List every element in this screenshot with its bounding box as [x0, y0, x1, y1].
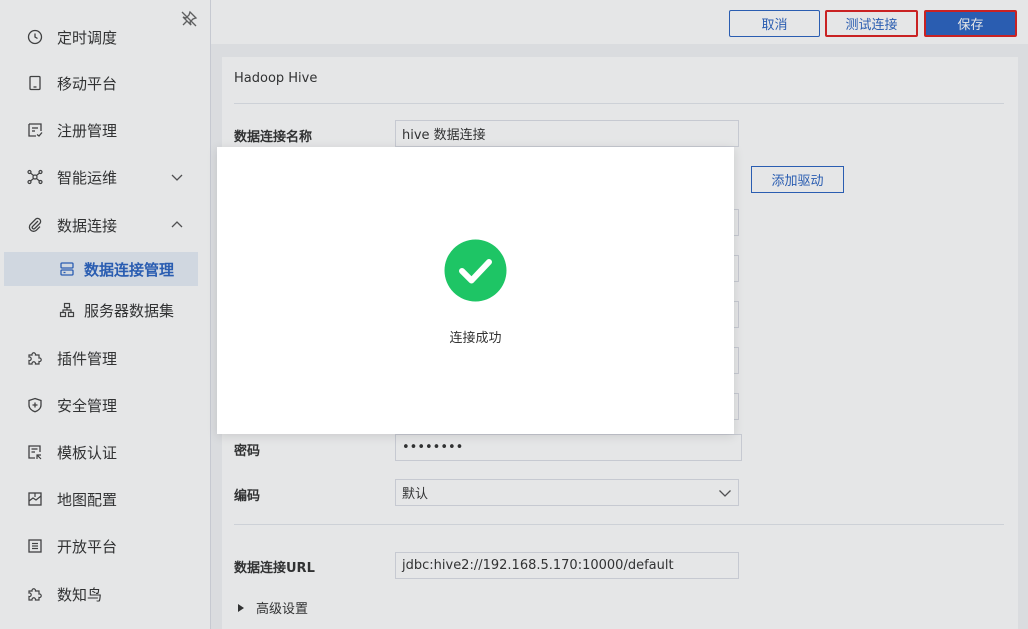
check-circle-icon: [444, 239, 507, 302]
connection-result-dialog: 连接成功: [217, 147, 734, 434]
dialog-message: 连接成功: [449, 331, 502, 346]
